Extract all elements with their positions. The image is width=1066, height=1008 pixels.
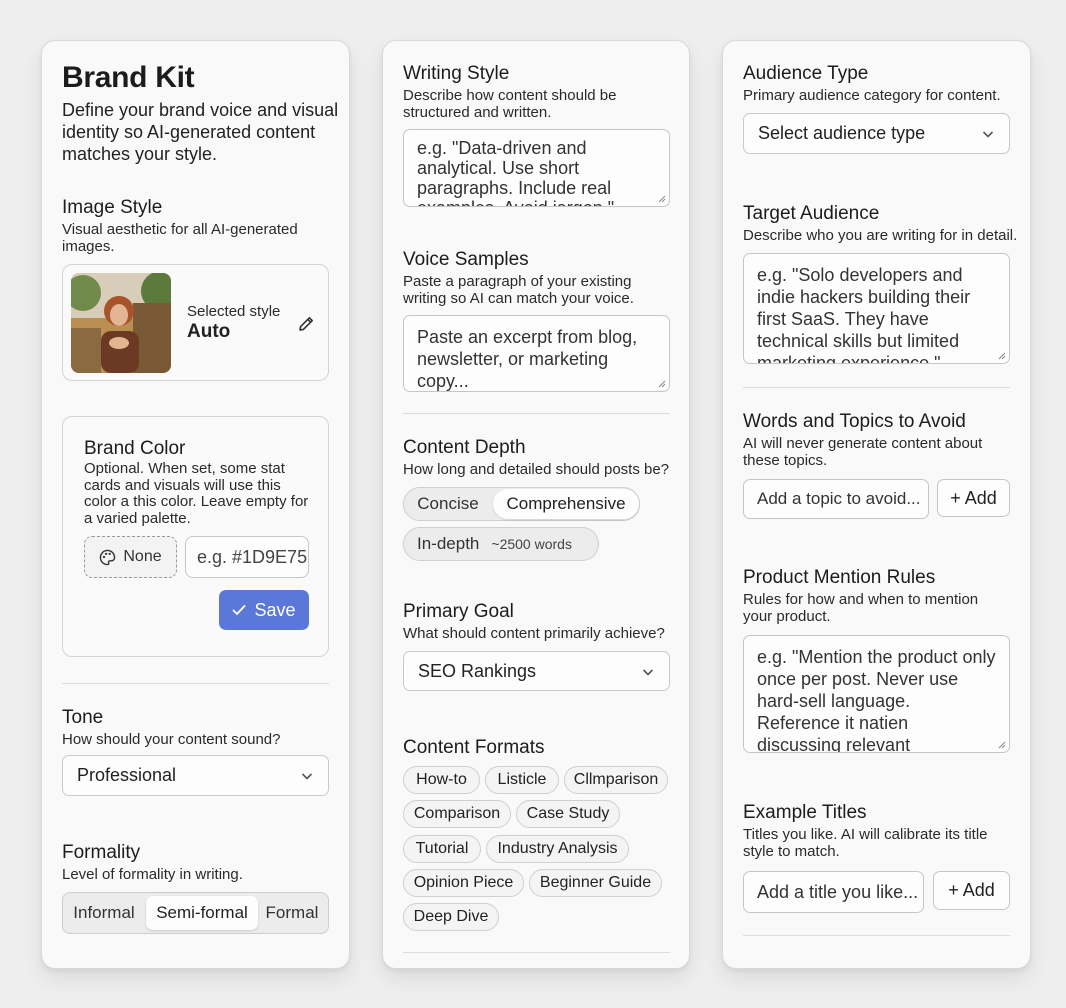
depth-option-concise[interactable]: Concise — [404, 488, 492, 520]
content-depth-control: Concise Comprehensive — [403, 487, 640, 521]
resize-handle-icon[interactable] — [997, 740, 1006, 749]
page-title: Brand Kit — [62, 61, 195, 94]
tone-select[interactable]: Professional — [62, 755, 329, 796]
resize-handle-icon[interactable] — [997, 351, 1006, 360]
content-settings-panel: Writing Style Describe how content shoul… — [382, 40, 690, 969]
example-title-input[interactable]: Add a title you like... — [743, 871, 924, 913]
format-chip-listicle[interactable]: Listicle — [485, 766, 559, 794]
palette-icon — [100, 549, 116, 565]
tone-selected-value: Professional — [77, 765, 177, 785]
formality-option-formal[interactable]: Formal — [259, 893, 325, 933]
tone-title: Tone — [62, 707, 104, 728]
audience-type-placeholder: Select audience type — [758, 123, 926, 143]
none-label: None — [123, 548, 162, 565]
chevron-down-icon — [301, 773, 313, 780]
target-audience-placeholder: e.g. "Solo developers and indie hackers … — [757, 265, 971, 364]
format-chip-opinion-piece[interactable]: Opinion Piece — [403, 869, 524, 897]
brand-color-none-button[interactable]: None — [84, 536, 177, 578]
primary-goal-description: What should content primarily achieve? — [403, 625, 665, 642]
formality-segmented-control: Informal Semi-formal Formal — [62, 892, 329, 934]
resize-handle-icon[interactable] — [657, 194, 666, 203]
depth-option-in-depth[interactable]: In-depth ~2500 words — [403, 527, 599, 561]
example-titles-description: Titles you like. AI will calibrate its t… — [743, 826, 988, 860]
selected-style-label: Selected style — [187, 303, 281, 320]
add-avoid-topic-button[interactable]: + Add — [937, 479, 1010, 517]
section-divider — [403, 952, 670, 953]
formality-option-informal[interactable]: Informal — [63, 893, 145, 933]
section-divider — [743, 387, 1010, 388]
example-titles-title: Example Titles — [743, 802, 867, 823]
primary-goal-selected-value: SEO Rankings — [418, 660, 537, 681]
primary-goal-select[interactable]: SEO Rankings — [403, 651, 670, 691]
writing-style-title: Writing Style — [403, 63, 510, 84]
in-depth-note: ~2500 words — [491, 536, 572, 552]
formality-option-semi-formal[interactable]: Semi-formal — [146, 896, 258, 930]
save-label: Save — [254, 599, 296, 620]
tone-description: How should your content sound? — [62, 731, 281, 748]
writing-style-textarea[interactable]: e.g. "Data-driven and analytical. Use sh… — [403, 129, 670, 207]
image-style-title: Image Style — [62, 197, 163, 218]
content-depth-title: Content Depth — [403, 437, 526, 458]
style-preview-image — [71, 273, 171, 373]
writing-style-placeholder: e.g. "Data-driven and analytical. Use sh… — [417, 138, 614, 206]
product-mention-description: Rules for how and when to mention your p… — [743, 591, 979, 625]
brand-color-title: Brand Color — [84, 438, 186, 459]
check-icon — [233, 605, 246, 615]
format-chip-case-study[interactable]: Case Study — [516, 800, 620, 828]
target-audience-textarea[interactable]: e.g. "Solo developers and indie hackers … — [743, 253, 1010, 364]
avoid-topic-input[interactable]: Add a topic to avoid... — [743, 479, 929, 519]
audience-type-description: Primary audience category for content. — [743, 87, 1001, 104]
words-to-avoid-description: AI will never generate content about the… — [743, 435, 983, 469]
selected-style-value: Auto — [187, 321, 231, 342]
target-audience-description: Describe who you are writing for in deta… — [743, 227, 1018, 244]
chevron-down-icon — [982, 131, 994, 138]
chevron-down-icon — [642, 669, 654, 676]
brand-color-input[interactable]: e.g. #1D9E75 — [185, 536, 309, 578]
brand-kit-panel: Brand Kit Define your brand voice and vi… — [41, 40, 350, 969]
depth-option-comprehensive[interactable]: Comprehensive — [493, 489, 639, 519]
product-mention-placeholder: e.g. "Mention the product only once per … — [757, 647, 996, 753]
content-depth-description: How long and detailed should posts be? — [403, 461, 670, 478]
format-chip-comparison-1[interactable]: Cllmparison — [564, 766, 668, 794]
product-mention-textarea[interactable]: e.g. "Mention the product only once per … — [743, 635, 1010, 753]
add-example-title-button[interactable]: + Add — [933, 871, 1010, 910]
audience-type-title: Audience Type — [743, 63, 869, 84]
words-to-avoid-title: Words and Topics to Avoid — [743, 411, 966, 432]
voice-samples-placeholder: Paste an excerpt from blog, newsletter, … — [417, 327, 638, 391]
audience-type-select[interactable]: Select audience type — [743, 113, 1010, 154]
edit-pencil-icon[interactable] — [297, 315, 315, 333]
format-chip-industry-analysis[interactable]: Industry Analysis — [486, 835, 629, 863]
voice-samples-description: Paste a paragraph of your existing writi… — [403, 273, 634, 307]
voice-samples-title: Voice Samples — [403, 249, 529, 270]
format-chip-comparison[interactable]: Comparison — [403, 800, 511, 828]
target-audience-title: Target Audience — [743, 203, 880, 224]
section-divider — [62, 683, 329, 684]
image-style-description: Visual aesthetic for all AI-generated im… — [62, 221, 298, 255]
writing-style-description: Describe how content should be structure… — [403, 87, 617, 121]
content-formats-title: Content Formats — [403, 737, 545, 758]
brand-color-description: Optional. When set, some stat cards and … — [84, 460, 309, 527]
page-intro: Define your brand voice and visual ident… — [62, 100, 339, 164]
format-chip-how-to[interactable]: How-to — [403, 766, 480, 794]
format-chip-deep-dive[interactable]: Deep Dive — [403, 903, 499, 931]
audience-panel: Audience Type Primary audience category … — [722, 40, 1031, 969]
in-depth-label: In-depth — [417, 534, 480, 553]
product-mention-title: Product Mention Rules — [743, 567, 936, 588]
voice-samples-textarea[interactable]: Paste an excerpt from blog, newsletter, … — [403, 315, 670, 392]
section-divider — [743, 935, 1010, 936]
brand-color-card: Brand Color Optional. When set, some sta… — [62, 416, 329, 657]
resize-handle-icon[interactable] — [657, 379, 666, 388]
image-style-card[interactable]: Selected style Auto — [62, 264, 329, 381]
format-chip-tutorial[interactable]: Tutorial — [403, 835, 481, 863]
section-divider — [403, 413, 670, 414]
save-button[interactable]: Save — [219, 590, 309, 630]
formality-title: Formality — [62, 842, 141, 863]
format-chip-beginner-guide[interactable]: Beginner Guide — [529, 869, 662, 897]
primary-goal-title: Primary Goal — [403, 601, 514, 622]
formality-description: Level of formality in writing. — [62, 866, 243, 883]
